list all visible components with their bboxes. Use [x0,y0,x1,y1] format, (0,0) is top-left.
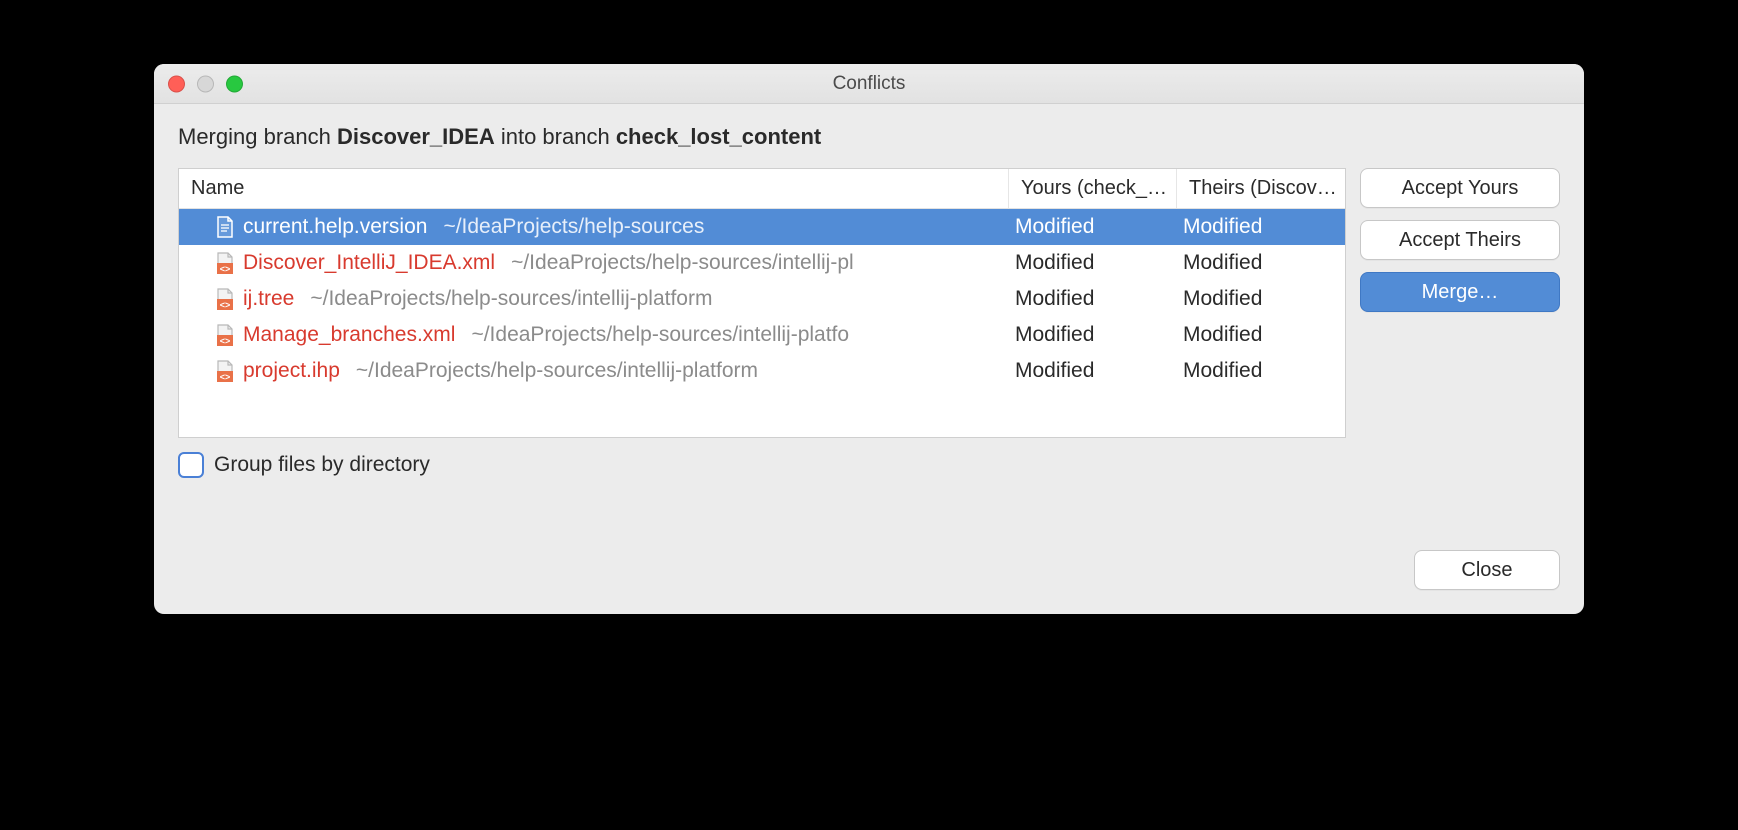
file-name: current.help.version [243,215,427,239]
table-row[interactable]: <> project.ihp ~/IdeaProjects/help-source… [179,353,1345,389]
markup-file-icon: <> [215,287,235,311]
window-title: Conflicts [154,73,1584,95]
table-row[interactable]: <> Manage_branches.xml ~/IdeaProjects/hel… [179,317,1345,353]
conflicts-dialog: Conflicts Merging branch Discover_IDEA i… [154,64,1584,614]
file-path: ~/IdeaProjects/help-sources [443,215,704,239]
file-name: ij.tree [243,287,294,311]
svg-text:<>: <> [220,372,231,382]
cell-yours: Modified [1009,215,1177,239]
accept-yours-button[interactable]: Accept Yours [1360,168,1560,208]
file-path: ~/IdeaProjects/help-sources/intellij-pl [511,251,854,275]
cell-yours: Modified [1009,287,1177,311]
titlebar[interactable]: Conflicts [154,64,1584,104]
table-row[interactable]: <> ij.tree ~/IdeaProjects/help-sources/in… [179,281,1345,317]
cell-yours: Modified [1009,359,1177,383]
cell-name: <> ij.tree ~/IdeaProjects/help-sources/in… [179,287,1009,311]
actions-panel: Accept Yours Accept Theirs Merge… [1360,168,1560,438]
cell-theirs: Modified [1177,215,1345,239]
file-path: ~/IdeaProjects/help-sources/intellij-pla… [471,323,849,347]
cell-theirs: Modified [1177,287,1345,311]
svg-text:<>: <> [220,336,231,346]
group-by-directory-label: Group files by directory [214,453,430,477]
conflicts-table: Name Yours (check_… Theirs (Discov… curr… [178,168,1346,438]
cell-theirs: Modified [1177,251,1345,275]
file-name: Manage_branches.xml [243,323,455,347]
cell-yours: Modified [1009,251,1177,275]
cell-name: current.help.version ~/IdeaProjects/help-… [179,215,1009,239]
heading-pre: Merging branch [178,124,337,149]
column-header-theirs[interactable]: Theirs (Discov… [1177,169,1345,208]
cell-theirs: Modified [1177,359,1345,383]
table-row[interactable]: current.help.version ~/IdeaProjects/help-… [179,209,1345,245]
heading-to: check_lost_content [616,124,821,149]
column-header-yours[interactable]: Yours (check_… [1009,169,1177,208]
svg-text:<>: <> [220,264,231,274]
file-path: ~/IdeaProjects/help-sources/intellij-pla… [310,287,712,311]
table-header: Name Yours (check_… Theirs (Discov… [179,169,1345,209]
file-path: ~/IdeaProjects/help-sources/intellij-pla… [356,359,758,383]
column-header-name[interactable]: Name [179,169,1009,208]
cell-yours: Modified [1009,323,1177,347]
close-icon[interactable] [168,75,185,92]
close-button[interactable]: Close [1414,550,1560,590]
minimize-icon [197,75,214,92]
markup-file-icon: <> [215,323,235,347]
file-name: project.ihp [243,359,340,383]
cell-name: <> Discover_IntelliJ_IDEA.xml ~/IdeaProje… [179,251,1009,275]
table-row[interactable]: <> Discover_IntelliJ_IDEA.xml ~/IdeaProje… [179,245,1345,281]
svg-text:<>: <> [220,300,231,310]
zoom-icon[interactable] [226,75,243,92]
group-by-directory-checkbox[interactable] [178,452,204,478]
heading-from: Discover_IDEA [337,124,495,149]
traffic-lights [168,75,243,92]
cell-name: <> project.ihp ~/IdeaProjects/help-source… [179,359,1009,383]
markup-file-icon: <> [215,251,235,275]
markup-file-icon: <> [215,359,235,383]
accept-theirs-button[interactable]: Accept Theirs [1360,220,1560,260]
merge-heading: Merging branch Discover_IDEA into branch… [178,124,1560,150]
file-name: Discover_IntelliJ_IDEA.xml [243,251,495,275]
heading-mid: into branch [495,124,616,149]
text-file-icon [215,215,235,239]
cell-name: <> Manage_branches.xml ~/IdeaProjects/hel… [179,323,1009,347]
cell-theirs: Modified [1177,323,1345,347]
merge-button[interactable]: Merge… [1360,272,1560,312]
